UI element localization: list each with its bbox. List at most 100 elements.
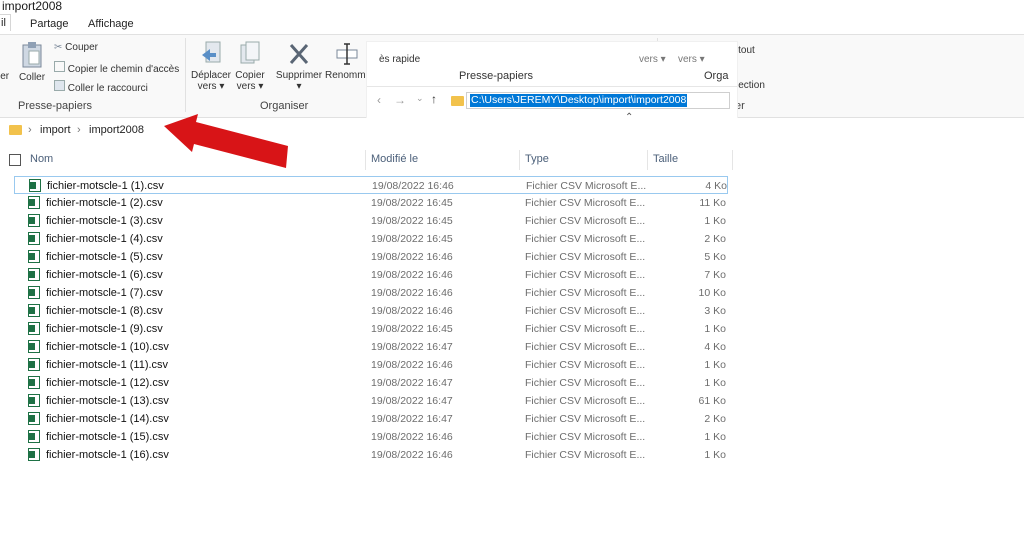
cut-button[interactable]: ✂ Couper [54, 42, 98, 53]
file-type: Fichier CSV Microsoft E... [525, 197, 646, 209]
tab-share[interactable]: Partage [30, 18, 69, 30]
cut-label: Couper [65, 42, 98, 53]
file-row[interactable]: fichier-motscle-1 (2).csv 19/08/2022 16:4… [14, 194, 728, 212]
file-type: Fichier CSV Microsoft E... [525, 413, 646, 425]
move-to-button[interactable]: Déplacer vers ▾ [190, 41, 232, 92]
copy-to-sub: vers ▾ [236, 81, 264, 92]
overlay-quick-access-label: ès rapide [379, 54, 421, 65]
file-size: 1 Ko [704, 215, 726, 227]
file-row[interactable]: fichier-motscle-1 (10).csv 19/08/2022 16:… [14, 338, 728, 356]
file-size: 1 Ko [704, 431, 726, 443]
move-to-icon [202, 41, 221, 63]
recent-locations-chevron-icon[interactable]: ⌄ [416, 93, 424, 104]
column-header-modified[interactable]: Modifié le [371, 153, 418, 165]
file-row[interactable]: fichier-motscle-1 (14).csv 19/08/2022 16:… [14, 410, 728, 428]
file-size: 1 Ko [704, 323, 726, 335]
address-input[interactable]: C:\Users\JEREMY\Desktop\import\import200… [466, 92, 730, 109]
clipboard-icon [22, 42, 42, 68]
file-modified-date: 19/08/2022 16:45 [371, 233, 453, 245]
file-modified-date: 19/08/2022 16:46 [371, 449, 453, 461]
scissors-icon: ✂ [54, 42, 63, 53]
tab-view[interactable]: Affichage [88, 18, 134, 30]
file-size: 5 Ko [704, 251, 726, 263]
pin-quick-access-partial-label[interactable]: ier [0, 71, 9, 82]
organize-group-label: Organiser [260, 100, 309, 112]
file-name: fichier-motscle-1 (5).csv [46, 251, 163, 263]
excel-csv-icon [29, 179, 41, 192]
file-row[interactable]: fichier-motscle-1 (15).csv 19/08/2022 16:… [14, 428, 728, 446]
address-bar[interactable]: › import › import2008 ⌃ [0, 118, 1024, 143]
forward-arrow-icon[interactable]: → [394, 93, 406, 107]
file-row[interactable]: fichier-motscle-1 (3).csv 19/08/2022 16:4… [14, 212, 728, 230]
file-row[interactable]: fichier-motscle-1 (7).csv 19/08/2022 16:4… [14, 284, 728, 302]
breadcrumb-item-import[interactable]: import [40, 124, 71, 136]
excel-csv-icon [28, 196, 40, 209]
file-type: Fichier CSV Microsoft E... [525, 377, 646, 389]
copy-to-button[interactable]: Copier vers ▾ [232, 41, 268, 92]
copy-path-button[interactable]: Copier le chemin d'accès [54, 61, 179, 75]
file-row[interactable]: fichier-motscle-1 (11).csv 19/08/2022 16:… [14, 356, 728, 374]
breadcrumb-separator-icon[interactable]: › [28, 124, 32, 136]
address-path-selected-text[interactable]: C:\Users\JEREMY\Desktop\import\import200… [470, 94, 688, 107]
file-row[interactable]: fichier-motscle-1 (1).csv 19/08/2022 16:4… [14, 176, 728, 194]
file-name: fichier-motscle-1 (16).csv [46, 449, 169, 461]
file-size: 11 Ko [699, 197, 726, 209]
file-type: Fichier CSV Microsoft E... [525, 305, 646, 317]
file-row[interactable]: fichier-motscle-1 (8).csv 19/08/2022 16:4… [14, 302, 728, 320]
overlay-clipboard-label: Presse-papiers [459, 70, 533, 82]
breadcrumb-separator-icon[interactable]: › [77, 124, 81, 136]
column-divider[interactable] [519, 150, 520, 170]
file-modified-date: 19/08/2022 16:46 [371, 251, 453, 263]
select-all-checkbox[interactable] [9, 154, 21, 166]
column-header-size[interactable]: Taille [653, 153, 678, 165]
file-name: fichier-motscle-1 (13).csv [46, 395, 169, 407]
column-header-row: Nom Modifié le Type Taille [0, 150, 740, 170]
file-name: fichier-motscle-1 (14).csv [46, 413, 169, 425]
file-row[interactable]: fichier-motscle-1 (9).csv 19/08/2022 16:4… [14, 320, 728, 338]
column-header-name[interactable]: Nom [30, 153, 53, 165]
paste-shortcut-button[interactable]: Coller le raccourci [54, 80, 148, 94]
paste-shortcut-icon [54, 80, 65, 91]
file-name: fichier-motscle-1 (3).csv [46, 215, 163, 227]
file-row[interactable]: fichier-motscle-1 (4).csv 19/08/2022 16:4… [14, 230, 728, 248]
file-name: fichier-motscle-1 (9).csv [46, 323, 163, 335]
file-row[interactable]: fichier-motscle-1 (6).csv 19/08/2022 16:4… [14, 266, 728, 284]
move-to-sub: vers ▾ [197, 81, 225, 92]
back-arrow-icon[interactable]: ‹ [377, 93, 381, 107]
file-row[interactable]: fichier-motscle-1 (13).csv 19/08/2022 16:… [14, 392, 728, 410]
file-name: fichier-motscle-1 (4).csv [46, 233, 163, 245]
excel-csv-icon [28, 430, 40, 443]
file-row[interactable]: fichier-motscle-1 (12).csv 19/08/2022 16:… [14, 374, 728, 392]
file-size: 2 Ko [704, 233, 726, 245]
column-divider[interactable] [647, 150, 648, 170]
rename-button[interactable]: Renomme [325, 41, 371, 81]
file-row[interactable]: fichier-motscle-1 (16).csv 19/08/2022 16:… [14, 446, 728, 464]
tab-file[interactable]: il [0, 14, 11, 31]
file-modified-date: 19/08/2022 16:47 [371, 377, 453, 389]
file-type: Fichier CSV Microsoft E... [525, 449, 646, 461]
file-row[interactable]: fichier-motscle-1 (5).csv 19/08/2022 16:4… [14, 248, 728, 266]
excel-csv-icon [28, 322, 40, 335]
copy-to-label: Copier [235, 70, 265, 81]
file-type: Fichier CSV Microsoft E... [525, 269, 646, 281]
title-bar: import2008 [0, 0, 1024, 14]
column-divider[interactable] [732, 150, 733, 170]
address-bar-zoom-overlay: ès rapide Presse-papiers vers ▾ vers ▾ O… [367, 42, 737, 123]
file-modified-date: 19/08/2022 16:45 [371, 323, 453, 335]
paste-label: Coller [18, 72, 46, 83]
file-modified-date: 19/08/2022 16:46 [371, 431, 453, 443]
breadcrumb-item-import2008[interactable]: import2008 [89, 124, 144, 136]
file-name: fichier-motscle-1 (8).csv [46, 305, 163, 317]
up-arrow-icon[interactable]: ↑ [431, 92, 437, 106]
file-type: Fichier CSV Microsoft E... [525, 287, 646, 299]
delete-button[interactable]: Supprimer ▾ [273, 41, 325, 92]
paste-button[interactable]: Coller [18, 41, 46, 83]
column-header-type[interactable]: Type [525, 153, 549, 165]
overlay-divider [367, 86, 737, 87]
file-name: fichier-motscle-1 (1).csv [47, 180, 164, 192]
file-modified-date: 19/08/2022 16:46 [371, 287, 453, 299]
file-size: 2 Ko [704, 413, 726, 425]
copy-path-label: Copier le chemin d'accès [67, 64, 180, 75]
column-divider[interactable] [365, 150, 366, 170]
file-size: 3 Ko [704, 305, 726, 317]
